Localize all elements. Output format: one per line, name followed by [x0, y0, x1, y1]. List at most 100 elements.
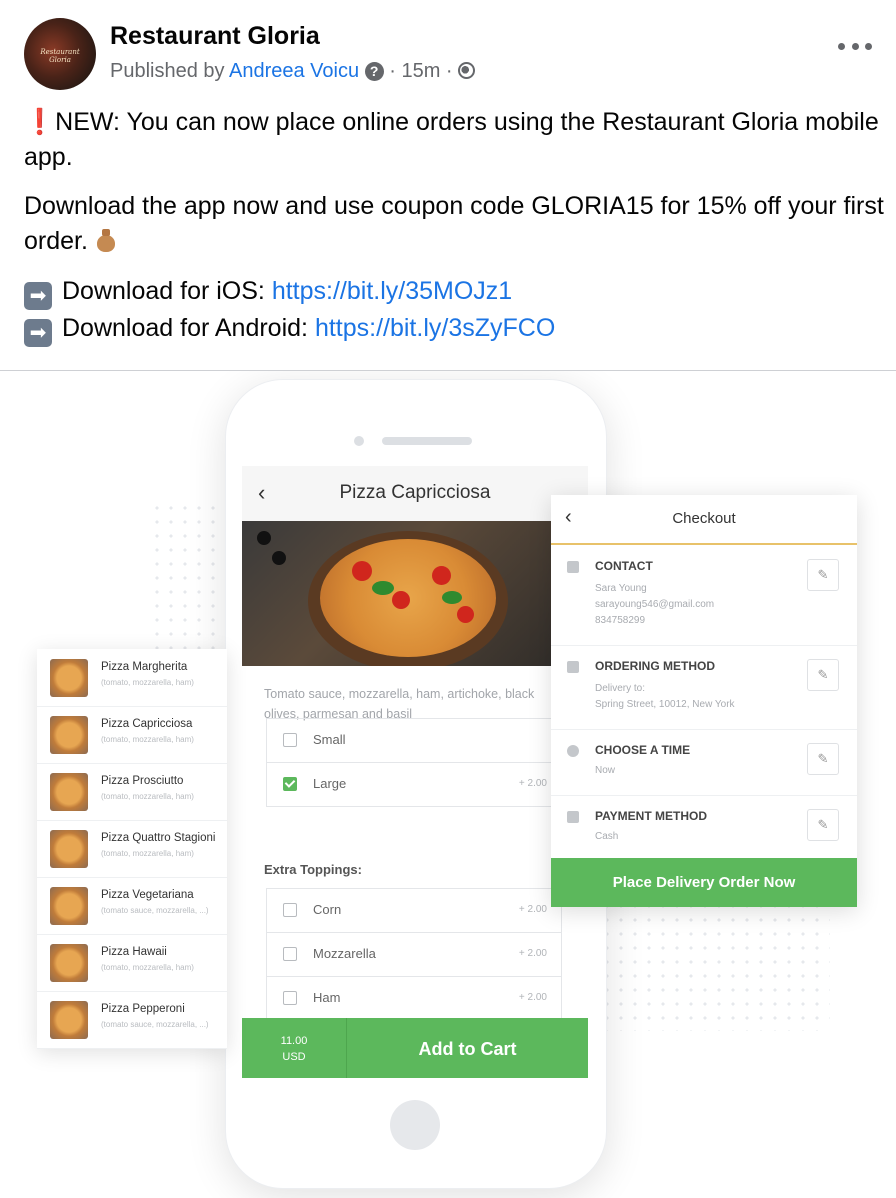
topping-label: Corn: [313, 902, 342, 917]
menu-item[interactable]: Pizza Vegetariana (tomato sauce, mozzare…: [37, 877, 227, 935]
contact-section: CONTACT Sara Young sarayoung546@gmail.co…: [551, 545, 857, 646]
phone-camera: [354, 436, 364, 446]
user-icon: [567, 561, 579, 573]
money-bag-icon: [95, 228, 117, 252]
pizza-thumbnail: [50, 887, 88, 925]
ios-label: Download for iOS:: [62, 277, 265, 305]
payment-method-label: PAYMENT METHOD: [595, 809, 708, 823]
checkbox-small[interactable]: [283, 733, 297, 747]
dot-pattern-left: [150, 501, 230, 651]
product-title: Pizza Capricciosa: [339, 482, 491, 503]
basil-topping: [442, 591, 462, 604]
pizza-thumbnail: [50, 1001, 88, 1039]
checkbox-large[interactable]: [283, 777, 297, 791]
menu-item[interactable]: Pizza Hawaii (tomato, mozzarella, ham): [37, 934, 227, 992]
edit-time-icon[interactable]: ✎: [807, 743, 839, 775]
android-label: Download for Android:: [62, 314, 308, 342]
place-order-button[interactable]: Place Delivery Order Now: [551, 858, 857, 907]
price-currency: USD: [282, 1051, 306, 1063]
globe-icon: [458, 62, 476, 79]
post-links: ➡ Download for iOS: https://bit.ly/35MOJz…: [24, 273, 884, 347]
tomato-topping: [392, 591, 410, 609]
post-paragraph-2-text: Download the app now and use coupon code…: [24, 192, 884, 255]
checkbox-ham[interactable]: [283, 991, 297, 1005]
checkout-title: Checkout: [672, 510, 736, 527]
ordering-method-section: ORDERING METHOD Delivery to: Spring Stre…: [551, 645, 857, 730]
menu-item[interactable]: Pizza Margherita (tomato, mozzarella, ha…: [37, 649, 227, 707]
edit-ordering-method-icon[interactable]: ✎: [807, 659, 839, 691]
menu-item-name: Pizza Vegetariana: [101, 889, 194, 901]
size-label: Small: [313, 732, 346, 747]
delivery-to: Delivery to:: [595, 683, 646, 694]
tomato-topping: [432, 566, 451, 585]
menu-item-ingredients: (tomato, mozzarella, ham): [101, 849, 194, 858]
post-image[interactable]: ‹ Pizza Capricciosa Tomato sauce, mozzar…: [0, 371, 896, 1198]
page-name[interactable]: Restaurant Gloria: [110, 22, 320, 51]
size-options: Small Large + 2.00: [266, 718, 562, 807]
ios-download-line: ➡ Download for iOS: https://bit.ly/35MOJz…: [24, 273, 884, 310]
checkbox-mozzarella[interactable]: [283, 947, 297, 961]
menu-item[interactable]: Pizza Prosciutto (tomato, mozzarella, ha…: [37, 763, 227, 821]
contact-email: sarayoung546@gmail.com: [595, 599, 715, 610]
question-icon[interactable]: ?: [364, 62, 384, 81]
right-arrow-icon: ➡: [24, 282, 52, 310]
more-options-icon[interactable]: [838, 36, 872, 56]
menu-item-name: Pizza Margherita: [101, 661, 188, 673]
checkbox-corn[interactable]: [283, 903, 297, 917]
payment-value: Cash: [595, 831, 619, 842]
size-price: + 2.00: [518, 778, 547, 789]
menu-item-name: Pizza Pepperoni: [101, 1003, 185, 1015]
pizza-thumbnail: [50, 830, 88, 868]
topping-price: + 2.00: [518, 992, 547, 1003]
post-time[interactable]: 15m: [401, 60, 440, 82]
size-option-large[interactable]: Large + 2.00: [267, 763, 561, 806]
author-link[interactable]: Andreea Voicu: [229, 60, 359, 82]
post-text: ❗NEW: You can now place online orders us…: [24, 105, 884, 361]
topping-option-mozzarella[interactable]: Mozzarella + 2.00: [267, 933, 561, 977]
android-download-line: ➡ Download for Android: https://bit.ly/3s…: [24, 310, 884, 347]
menu-item[interactable]: Pizza Quattro Stagioni (tomato, mozzarel…: [37, 820, 227, 878]
menu-item[interactable]: Pizza Pepperoni (tomato sauce, mozzarell…: [37, 991, 227, 1049]
published-by-label: Published by: [110, 60, 225, 82]
post-paragraph-2: Download the app now and use coupon code…: [24, 189, 884, 259]
topping-option-ham[interactable]: Ham + 2.00: [267, 977, 561, 1020]
cart-price: 11.00 USD: [242, 1018, 347, 1078]
edit-contact-icon[interactable]: ✎: [807, 559, 839, 591]
add-to-cart-button[interactable]: Add to Cart: [347, 1018, 588, 1078]
post-meta: Published by Andreea Voicu ? · 15m ·: [110, 60, 476, 83]
basil-topping: [372, 581, 394, 595]
pizza-thumbnail: [50, 773, 88, 811]
menu-item[interactable]: Pizza Capricciosa (tomato, mozzarella, h…: [37, 706, 227, 764]
checkout-header: ‹ Checkout: [551, 495, 857, 545]
ordering-method-label: ORDERING METHOD: [595, 659, 715, 673]
menu-item-ingredients: (tomato, mozzarella, ham): [101, 735, 194, 744]
menu-item-ingredients: (tomato, mozzarella, ham): [101, 792, 194, 801]
price-value: 11.00: [280, 1035, 308, 1047]
topping-label: Ham: [313, 990, 341, 1005]
card-icon: [567, 811, 579, 823]
meta-separator: ·: [389, 60, 396, 82]
phone-speaker: [382, 437, 472, 445]
meta-separator-2: ·: [445, 60, 453, 82]
cart-bar: 11.00 USD Add to Cart: [242, 1018, 588, 1078]
time-value: Now: [595, 765, 616, 776]
exclamation-icon: ❗: [24, 108, 56, 136]
choose-time-section: CHOOSE A TIME Now ✎: [551, 729, 857, 796]
topping-price: + 2.00: [518, 948, 547, 959]
pizza-thumbnail: [50, 944, 88, 982]
size-option-small[interactable]: Small: [267, 719, 561, 763]
ios-link[interactable]: https://bit.ly/35MOJz1: [272, 277, 512, 305]
menu-item-name: Pizza Prosciutto: [101, 775, 184, 787]
tomato-topping: [352, 561, 372, 581]
post-header: Restaurant Gloria Restaurant Gloria Publ…: [24, 18, 872, 94]
menu-item-name: Pizza Hawaii: [101, 946, 167, 958]
page-avatar[interactable]: Restaurant Gloria: [24, 18, 96, 90]
topping-option-corn[interactable]: Corn + 2.00: [267, 889, 561, 933]
menu-list-card: Pizza Margherita (tomato, mozzarella, ha…: [37, 649, 227, 1049]
contact-label: CONTACT: [595, 559, 653, 573]
delivery-address: Spring Street, 10012, New York: [595, 699, 735, 710]
tomato-topping: [457, 606, 474, 623]
android-link[interactable]: https://bit.ly/3sZyFCO: [315, 314, 555, 342]
menu-item-name: Pizza Quattro Stagioni: [101, 832, 216, 844]
edit-payment-icon[interactable]: ✎: [807, 809, 839, 841]
